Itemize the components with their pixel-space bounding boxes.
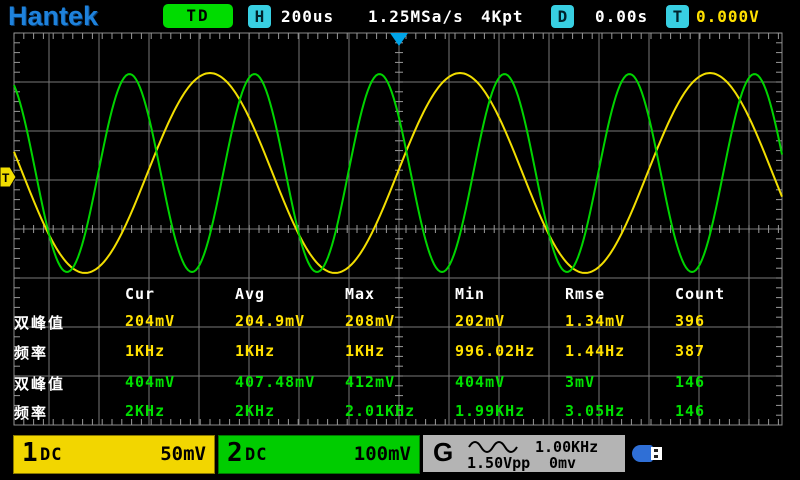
measure-cell: 1.44Hz <box>565 342 626 360</box>
measure-cell: 3mV <box>565 373 596 391</box>
measure-cell: 2KHz <box>125 402 166 420</box>
usb-body-shape <box>632 445 653 462</box>
channel2-scale: 100mV <box>353 443 411 465</box>
channel2-number: 2 <box>227 438 243 468</box>
generator-amplitude: 1.50Vpp <box>467 454 531 472</box>
trigger-position-marker[interactable] <box>390 33 408 46</box>
column-header-cur: Cur <box>125 285 156 303</box>
column-header-count: Count <box>675 285 726 303</box>
bottom-bar: 1 DC 50mV 2 DC 100mV G 1.00KHz 1.50Vpp 0… <box>0 435 800 480</box>
measure-cell: 404mV <box>125 373 176 391</box>
channel1-number: 1 <box>22 438 38 468</box>
usb-device-icon <box>632 444 668 463</box>
trigger-level-marker[interactable]: T <box>0 166 17 188</box>
generator-status-box[interactable]: G 1.00KHz 1.50Vpp 0mv <box>423 435 625 472</box>
generator-offset: 0mv <box>549 454 577 472</box>
generator-label: G <box>433 437 454 467</box>
measure-cell: 204mV <box>125 312 176 330</box>
measure-cell: 2KHz <box>235 402 276 420</box>
measure-cell: 146 <box>675 402 706 420</box>
oscilloscope-screen: Hantek TD H 200us 1.25MSa/s 4Kpt D 0.00s… <box>0 0 800 480</box>
channel1-scale: 50mV <box>160 443 206 465</box>
usb-plug-shape <box>651 447 662 460</box>
measure-cell: 404mV <box>455 373 506 391</box>
measure-cell: 387 <box>675 342 706 360</box>
measure-cell: 1.99KHz <box>455 402 526 420</box>
trigger-marker-label: T <box>2 171 10 185</box>
channel2-status-box[interactable]: 2 DC 100mV <box>218 435 420 474</box>
row-label: 频率 <box>14 404 49 422</box>
column-header-rmse: Rmse <box>565 285 606 303</box>
measure-cell: 1KHz <box>345 342 386 360</box>
measure-cell: 1KHz <box>235 342 276 360</box>
measure-cell: 1KHz <box>125 342 166 360</box>
row-label: 双峰值 <box>14 314 66 332</box>
column-header-max: Max <box>345 285 376 303</box>
column-header-avg: Avg <box>235 285 266 303</box>
measure-cell: 2.01KHz <box>345 402 416 420</box>
row-label: 频率 <box>14 344 49 362</box>
measurement-table: Cur Avg Max Min Rmse Count 双峰值 204mV 204… <box>0 0 800 480</box>
measure-cell: 204.9mV <box>235 312 306 330</box>
measure-cell: 146 <box>675 373 706 391</box>
measure-cell: 396 <box>675 312 706 330</box>
measure-cell: 996.02Hz <box>455 342 536 360</box>
measure-cell: 1.34mV <box>565 312 626 330</box>
channel1-coupling: DC <box>40 445 63 465</box>
measure-cell: 412mV <box>345 373 396 391</box>
measure-cell: 3.05Hz <box>565 402 626 420</box>
sine-wave-icon <box>468 441 518 453</box>
channel2-coupling: DC <box>245 445 268 465</box>
measure-cell: 202mV <box>455 312 506 330</box>
column-header-min: Min <box>455 285 486 303</box>
row-label: 双峰值 <box>14 375 66 393</box>
channel1-status-box[interactable]: 1 DC 50mV <box>13 435 215 474</box>
measure-cell: 208mV <box>345 312 396 330</box>
measure-cell: 407.48mV <box>235 373 316 391</box>
